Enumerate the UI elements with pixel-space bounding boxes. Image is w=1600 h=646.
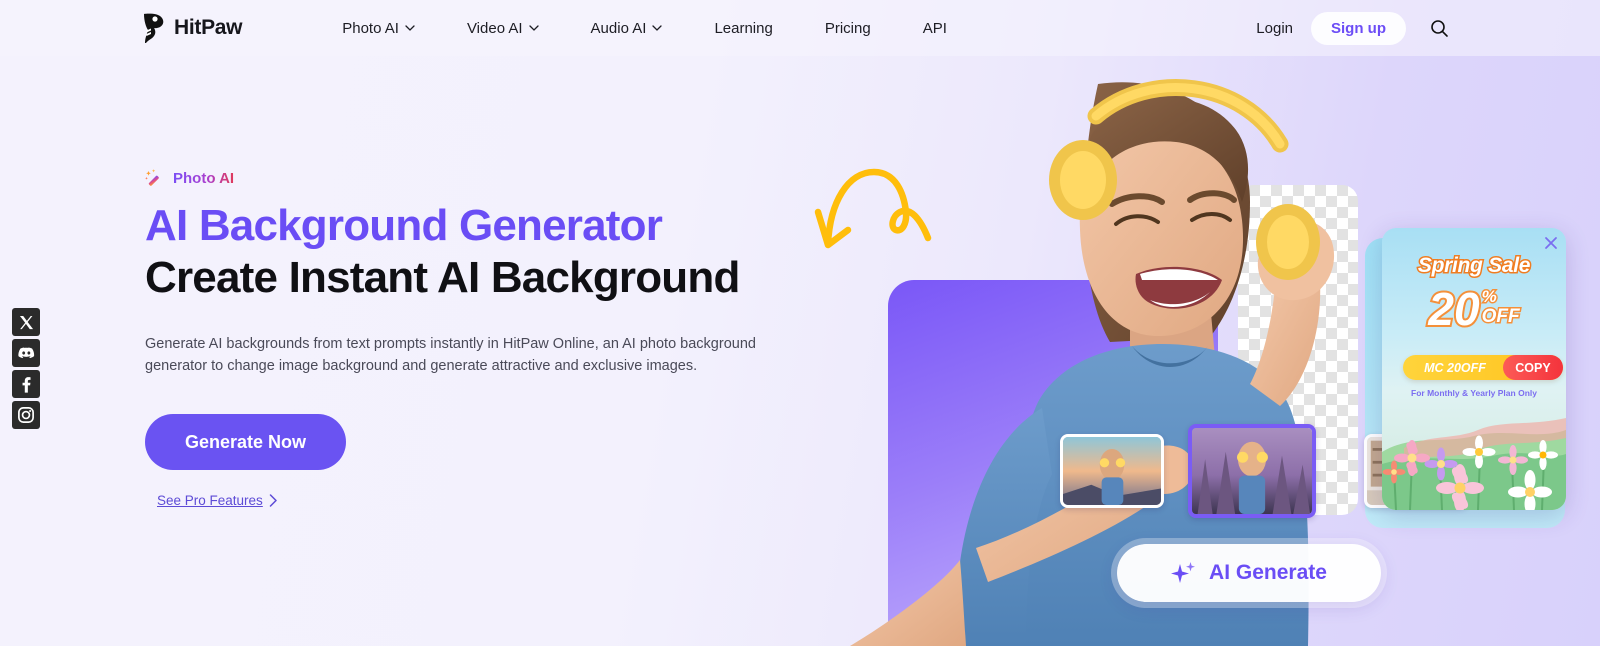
- nav-item-pricing[interactable]: Pricing: [799, 20, 897, 37]
- chevron-down-icon: [652, 25, 663, 31]
- search-button[interactable]: [1428, 17, 1450, 39]
- close-icon[interactable]: [1544, 236, 1558, 250]
- thumb-image: [1063, 437, 1161, 505]
- nav-label: API: [922, 19, 947, 37]
- promo-discount-block: 20 % OFF: [1382, 283, 1566, 335]
- chevron-down-icon: [528, 25, 539, 31]
- badge-label: Photo AI: [173, 169, 235, 187]
- signup-button[interactable]: Sign up: [1311, 11, 1406, 45]
- promo-percent-symbol: %: [1480, 287, 1498, 307]
- spring-sale-promo-card[interactable]: Spring Sale 20 % OFF MC 20OFF COPY For M…: [1382, 228, 1566, 510]
- hero-description: Generate AI backgrounds from text prompt…: [145, 336, 756, 374]
- logo[interactable]: HitPaw: [140, 12, 243, 44]
- nav-label: Video AI: [466, 19, 523, 37]
- x-twitter-icon: [19, 315, 33, 329]
- nav-item-api[interactable]: API: [897, 20, 973, 37]
- instagram-icon: [18, 407, 34, 423]
- hero-content: Photo AI AI Background Generator Create …: [145, 168, 785, 508]
- nav-label: Learning: [714, 19, 773, 37]
- thumb-sunset-background[interactable]: [1060, 434, 1164, 508]
- promo-off-block: % OFF: [1480, 287, 1521, 328]
- promo-copy-button[interactable]: COPY: [1503, 355, 1563, 380]
- promo-discount-number: 20: [1426, 283, 1481, 335]
- nav-item-photo-ai[interactable]: Photo AI: [316, 20, 441, 37]
- promo-coupon-code: MC 20OFF: [1424, 360, 1486, 375]
- social-rail: [12, 308, 40, 429]
- social-link-facebook[interactable]: [12, 370, 40, 398]
- search-icon: [1431, 20, 1448, 37]
- nav-item-learning[interactable]: Learning: [688, 20, 798, 37]
- chevron-right-icon: [269, 494, 277, 507]
- thumb-forest-background[interactable]: [1188, 424, 1316, 518]
- hero-title-line2: Create Instant AI Background: [145, 252, 740, 302]
- promo-off-label: OFF: [1480, 306, 1521, 328]
- nav-item-audio-ai[interactable]: Audio AI: [565, 20, 689, 37]
- site-header: HitPaw Photo AI Video AI Audio AI Learni…: [0, 0, 1600, 56]
- hitpaw-paw-logo-icon: [144, 13, 164, 43]
- login-link[interactable]: Login: [1238, 20, 1311, 37]
- promo-title: Spring Sale: [1416, 253, 1532, 279]
- discord-icon: [17, 346, 34, 358]
- sparkle-icon: [1171, 562, 1196, 583]
- promo-coupon: MC 20OFF COPY: [1403, 355, 1563, 380]
- hero-title-line1: AI Background Generator: [145, 201, 663, 250]
- nav-label: Photo AI: [342, 19, 399, 37]
- flower-illustration: [1382, 418, 1566, 510]
- facebook-icon: [22, 376, 31, 393]
- main-navigation: Photo AI Video AI Audio AI Learning Pric…: [316, 20, 973, 37]
- magic-wand-icon: [145, 169, 159, 186]
- ai-generate-button[interactable]: AI Generate: [1117, 544, 1381, 602]
- header-actions: Login Sign up: [1238, 11, 1450, 45]
- thumb-image: [1192, 428, 1312, 514]
- nav-label: Audio AI: [590, 19, 647, 37]
- pro-link-label: See Pro Features: [157, 493, 263, 509]
- photo-ai-badge: Photo AI: [145, 168, 785, 188]
- generate-now-button[interactable]: Generate Now: [145, 414, 346, 471]
- social-link-discord[interactable]: [12, 339, 40, 367]
- nav-label: Pricing: [824, 19, 871, 37]
- social-link-instagram[interactable]: [12, 401, 40, 429]
- chevron-down-icon: [405, 25, 415, 31]
- nav-item-video-ai[interactable]: Video AI: [441, 20, 565, 37]
- ai-generate-label: AI Generate: [1209, 561, 1327, 584]
- promo-note: For Monthly & Yearly Plan Only: [1411, 388, 1537, 398]
- see-pro-features-link[interactable]: See Pro Features: [157, 493, 278, 508]
- logo-text: HitPaw: [174, 16, 243, 39]
- social-link-x-twitter[interactable]: [12, 308, 40, 336]
